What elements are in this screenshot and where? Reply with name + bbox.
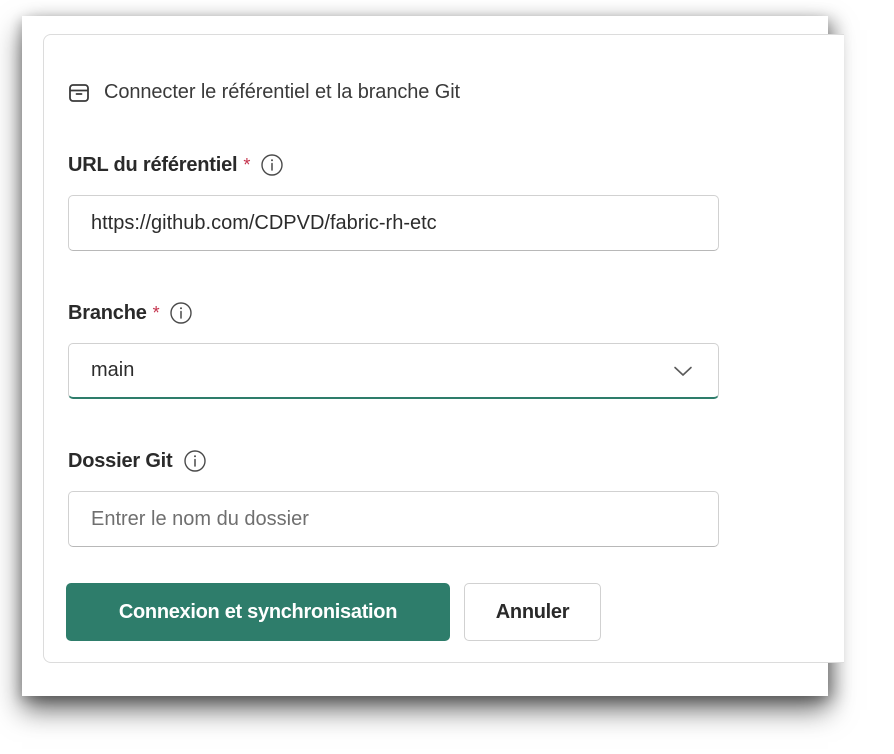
connect-sync-button[interactable]: Connexion et synchronisation [66, 583, 450, 641]
info-icon[interactable] [183, 449, 207, 473]
cancel-button[interactable]: Annuler [464, 583, 601, 641]
repo-url-label: URL du référentiel * [68, 153, 284, 177]
git-folder-placeholder: Entrer le nom du dossier [91, 507, 309, 530]
required-mark: * [243, 154, 251, 175]
branch-label-text: Branche [68, 301, 147, 324]
git-folder-input[interactable]: Entrer le nom du dossier [68, 491, 719, 547]
git-connect-panel: Connecter le référentiel et la branche G… [22, 16, 844, 696]
card-title: Connecter le référentiel et la branche G… [104, 81, 460, 103]
branch-value: main [91, 359, 135, 381]
git-folder-label: Dossier Git [68, 449, 207, 473]
branch-select[interactable]: main [68, 343, 719, 399]
info-icon[interactable] [169, 301, 193, 325]
repo-url-value: https://github.com/CDPVD/fabric-rh-etc [91, 211, 437, 234]
branch-label: Branche * [68, 301, 193, 325]
git-connect-card: Connecter le référentiel et la branche G… [43, 34, 844, 663]
required-mark: * [152, 302, 160, 323]
repo-url-label-text: URL du référentiel [68, 153, 238, 176]
repo-url-input[interactable]: https://github.com/CDPVD/fabric-rh-etc [68, 195, 719, 251]
git-folder-label-text: Dossier Git [68, 449, 173, 472]
archive-box-icon [68, 82, 90, 104]
chevron-down-icon[interactable] [672, 360, 694, 382]
card-header: Connecter le référentiel et la branche G… [68, 81, 460, 104]
info-icon[interactable] [260, 153, 284, 177]
stage: Connecter le référentiel et la branche G… [0, 0, 894, 754]
